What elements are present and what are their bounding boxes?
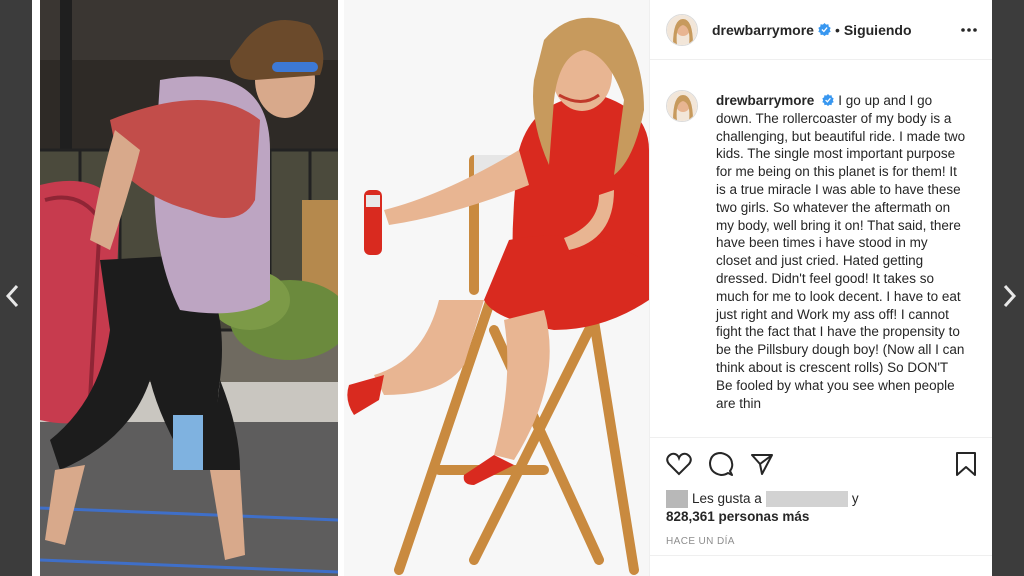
caption: drewbarrymore I go up and I go down. The… (666, 72, 977, 412)
post-timestamp[interactable]: HACE UN DÍA (666, 536, 977, 547)
separator-dot: • (834, 21, 840, 38)
username-link[interactable]: drewbarrymore (712, 22, 814, 38)
photo-before (40, 0, 338, 576)
more-options-button[interactable] (961, 27, 977, 32)
post-header: drewbarrymore • Siguiendo (650, 0, 992, 60)
chevron-left-icon (5, 284, 19, 308)
caption-text: drewbarrymore I go up and I go down. The… (716, 72, 966, 412)
caption-avatar[interactable] (666, 90, 698, 122)
share-button[interactable] (750, 452, 774, 476)
likes-count-link[interactable]: 828,361 personas más (666, 508, 977, 526)
comment-bubble-icon (709, 452, 734, 476)
photo-after (344, 0, 649, 576)
caption-content: I go up and I go down. The rollercoaster… (716, 93, 966, 411)
post-modal: drewbarrymore • Siguiendo drewbarrymore … (32, 0, 992, 576)
chevron-right-icon (1003, 284, 1017, 308)
action-bar (666, 438, 977, 490)
liker-name-blurred[interactable] (765, 491, 848, 507)
post-sidebar: drewbarrymore • Siguiendo drewbarrymore … (649, 0, 992, 576)
heart-icon (666, 452, 692, 476)
paper-plane-icon (751, 454, 773, 475)
caption-username-link[interactable]: drewbarrymore (716, 93, 814, 108)
post-actions: Les gusta a y 828,361 personas más HACE … (650, 437, 992, 557)
verified-badge-icon (822, 94, 834, 106)
likes-conjunction: y (851, 491, 859, 506)
avatar[interactable] (666, 13, 698, 46)
liker-avatar-blurred (666, 490, 688, 508)
like-button[interactable] (666, 452, 692, 476)
likes-summary: Les gusta a y 828,361 personas más (666, 490, 977, 526)
next-post-button[interactable] (998, 280, 1022, 312)
save-button[interactable] (955, 451, 977, 477)
verified-badge-icon (818, 23, 831, 36)
post-image (32, 0, 649, 576)
bookmark-icon (956, 452, 976, 476)
follow-status-button[interactable]: Siguiendo (844, 22, 912, 38)
add-comment-area[interactable] (650, 555, 992, 576)
header-user-info: drewbarrymore • Siguiendo (712, 22, 912, 38)
comments-section: drewbarrymore I go up and I go down. The… (666, 72, 977, 436)
more-options-icon (961, 27, 977, 32)
previous-post-button[interactable] (0, 280, 24, 312)
likes-prefix: Les gusta a (692, 491, 762, 506)
comment-button[interactable] (708, 451, 734, 477)
